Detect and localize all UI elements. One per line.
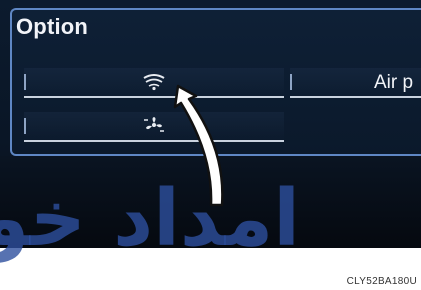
- air-purify-button[interactable]: Air p: [290, 68, 421, 98]
- option-title: Option: [16, 14, 89, 39]
- windshield-defog-button[interactable]: [24, 68, 284, 98]
- figure-frame: Option Air p امداد خو CLY52BA180U: [0, 0, 421, 290]
- display-screen: Option Air p: [0, 0, 421, 248]
- screen-lower-area: [0, 156, 421, 248]
- figure-code: CLY52BA180U: [346, 276, 417, 287]
- button-divider: [24, 74, 26, 90]
- button-divider: [24, 118, 26, 134]
- fan-air-button[interactable]: [24, 112, 284, 142]
- fan-air-icon: [142, 115, 166, 135]
- button-divider: [290, 74, 292, 90]
- air-purify-label: Air p: [374, 72, 414, 93]
- windshield-defog-icon: [142, 71, 166, 91]
